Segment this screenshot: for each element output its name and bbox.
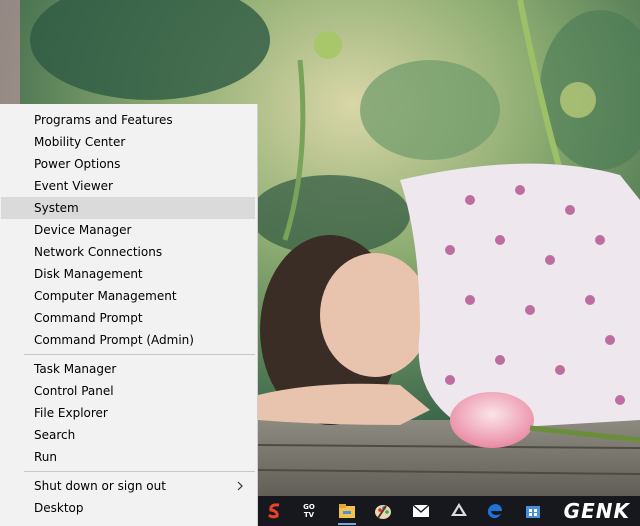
taskbar: GO TV GENK <box>258 496 640 526</box>
winx-menu: Programs and Features Mobility Center Po… <box>0 104 258 526</box>
menu-item-system[interactable]: System <box>1 197 255 219</box>
menu-separator <box>24 354 255 355</box>
menu-item-power-options[interactable]: Power Options <box>1 153 255 175</box>
menu-item-command-prompt-admin[interactable]: Command Prompt (Admin) <box>1 329 255 351</box>
menu-item-computer-management[interactable]: Computer Management <box>1 285 255 307</box>
menu-item-task-manager[interactable]: Task Manager <box>1 358 255 380</box>
menu-item-shut-down-or-sign-out[interactable]: Shut down or sign out <box>1 475 255 497</box>
inkscape-icon[interactable] <box>448 500 470 522</box>
app-s-icon[interactable] <box>264 500 286 522</box>
chevron-right-icon <box>237 481 243 491</box>
menu-item-control-panel[interactable]: Control Panel <box>1 380 255 402</box>
menu-item-mobility-center[interactable]: Mobility Center <box>1 131 255 153</box>
menu-item-programs-and-features[interactable]: Programs and Features <box>1 109 255 131</box>
menu-item-disk-management[interactable]: Disk Management <box>1 263 255 285</box>
paint-icon[interactable] <box>372 500 394 522</box>
gotv-icon[interactable]: GO TV <box>298 500 320 522</box>
menu-separator <box>24 471 255 472</box>
edge-icon[interactable] <box>484 500 506 522</box>
menu-item-file-explorer[interactable]: File Explorer <box>1 402 255 424</box>
menu-item-network-connections[interactable]: Network Connections <box>1 241 255 263</box>
file-explorer-icon[interactable] <box>336 500 358 525</box>
menu-item-device-manager[interactable]: Device Manager <box>1 219 255 241</box>
menu-item-run[interactable]: Run <box>1 446 255 468</box>
store-icon[interactable] <box>522 500 544 522</box>
active-indicator <box>338 523 356 525</box>
menu-item-event-viewer[interactable]: Event Viewer <box>1 175 255 197</box>
menu-item-search[interactable]: Search <box>1 424 255 446</box>
mail-icon[interactable] <box>410 500 432 522</box>
genk-watermark: GENK <box>563 499 630 523</box>
menu-item-desktop[interactable]: Desktop <box>1 497 255 519</box>
menu-item-label: Shut down or sign out <box>34 479 166 493</box>
menu-item-command-prompt[interactable]: Command Prompt <box>1 307 255 329</box>
